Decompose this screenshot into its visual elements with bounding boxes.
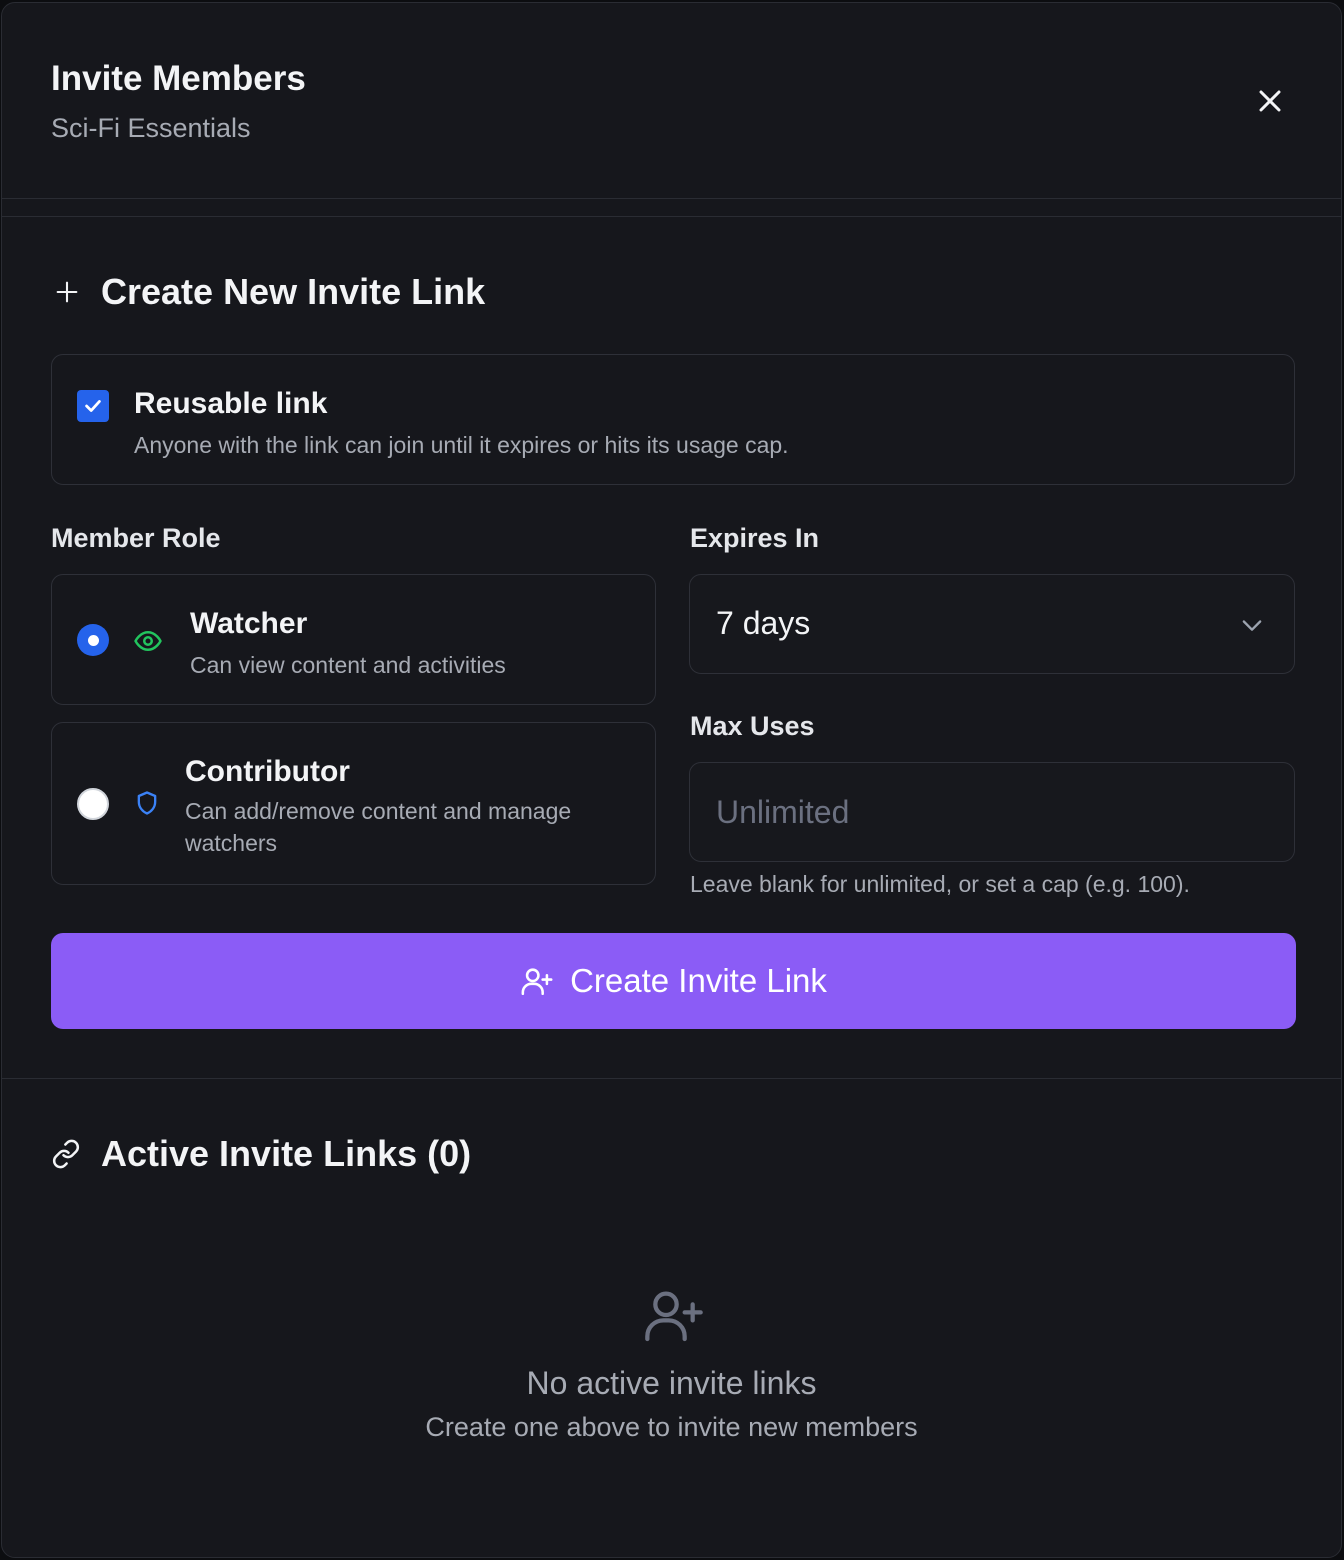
create-section-title: Create New Invite Link	[101, 271, 486, 312]
check-icon	[85, 400, 101, 412]
empty-state-title: No active invite links	[526, 1365, 817, 1401]
reusable-link-card[interactable]: Reusable link Anyone with the link can j…	[51, 354, 1295, 485]
watcher-radio[interactable]	[77, 624, 109, 656]
contributor-description: Can add/remove content and manage watche…	[185, 798, 572, 856]
active-section-heading: Active Invite Links (0)	[51, 1133, 471, 1175]
reusable-description: Anyone with the link can join until it e…	[134, 432, 789, 458]
create-invite-link-label: Create Invite Link	[570, 962, 827, 999]
max-uses-label: Max Uses	[690, 711, 815, 741]
reusable-label: Reusable link	[134, 387, 328, 420]
member-role-label: Member Role	[51, 523, 221, 553]
expires-label: Expires In	[690, 523, 820, 553]
close-icon	[1259, 90, 1281, 112]
reusable-checkbox[interactable]	[77, 390, 109, 422]
expires-select[interactable]: 7 days	[689, 574, 1295, 674]
user-plus-icon	[645, 1291, 703, 1342]
role-option-watcher[interactable]: Watcher Can view content and activities	[51, 574, 656, 705]
link-icon	[52, 1139, 80, 1169]
watcher-description: Can view content and activities	[190, 652, 506, 678]
shield-icon	[137, 791, 157, 815]
section-divider	[2, 1078, 1341, 1079]
watcher-label: Watcher	[190, 607, 308, 640]
chevron-down-icon	[1242, 620, 1262, 631]
expires-value: 7 days	[716, 605, 811, 641]
modal-title: Invite Members	[51, 59, 306, 98]
plus-icon	[56, 281, 78, 303]
create-section-heading: Create New Invite Link	[53, 271, 485, 313]
contributor-radio[interactable]	[77, 788, 109, 820]
empty-state-subtitle: Create one above to invite new members	[425, 1412, 918, 1442]
modal-subtitle: Sci-Fi Essentials	[51, 113, 251, 143]
modal-header: Invite Members Sci-Fi Essentials	[2, 3, 1341, 199]
user-plus-icon	[521, 968, 553, 996]
header-divider	[2, 216, 1341, 217]
max-uses-help: Leave blank for unlimited, or set a cap …	[690, 871, 1190, 897]
active-section-title: Active Invite Links (0)	[101, 1133, 472, 1174]
invite-members-modal: Invite Members Sci-Fi Essentials Create …	[1, 2, 1342, 1558]
max-uses-input[interactable]	[689, 762, 1295, 862]
close-button[interactable]	[1252, 83, 1288, 119]
create-invite-link-button[interactable]: Create Invite Link	[51, 933, 1296, 1029]
role-option-contributor[interactable]: Contributor Can add/remove content and m…	[51, 722, 656, 885]
eye-icon	[134, 631, 162, 651]
contributor-label: Contributor	[185, 755, 350, 788]
